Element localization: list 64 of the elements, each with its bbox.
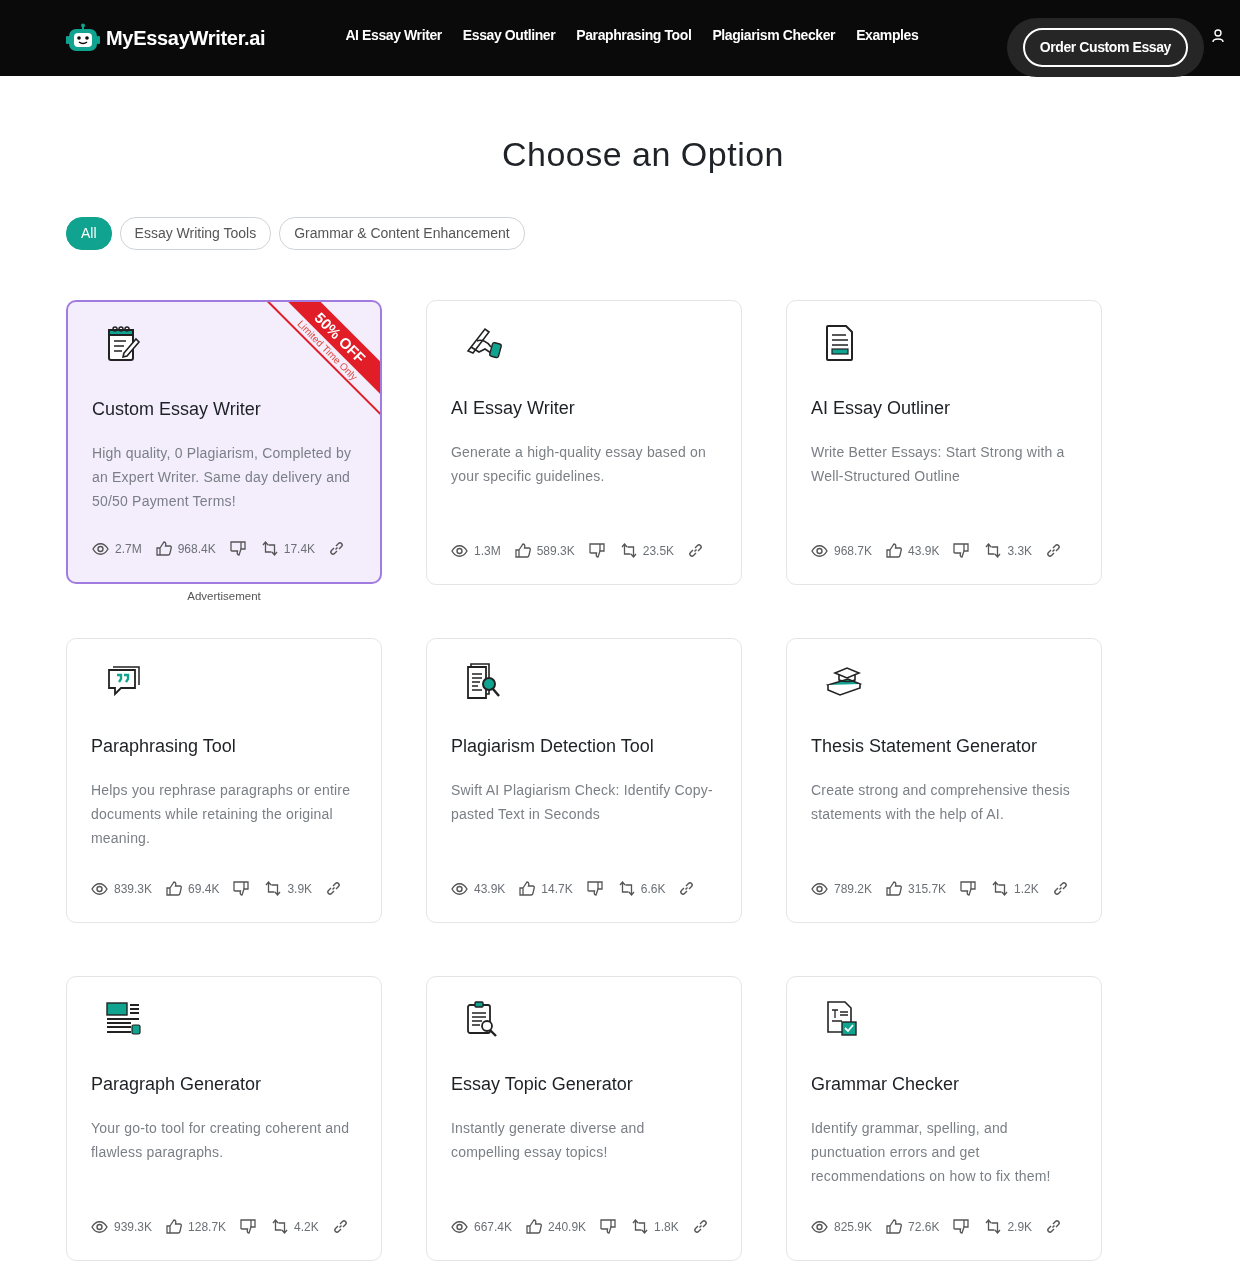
view-count: 2.7M	[115, 540, 142, 558]
share-count: 3.9K	[287, 880, 313, 898]
like-count: 69.4K	[188, 880, 220, 898]
card-description: Your go-to tool for creating coherent and flawless paragraphs.	[91, 1118, 351, 1162]
like-count: 315.7K	[908, 880, 947, 898]
filter-chip[interactable]: Grammar & Content Enhancement	[279, 216, 525, 250]
tool-card[interactable]: Grammar Checker Identify grammar, spelling, and punctuation errors and get recommendations on how to fix them! 825.9K 72.6K 2.9K	[786, 975, 1102, 1261]
like-count: 14.7K	[541, 880, 573, 898]
filter-chip[interactable]: Essay Writing Tools	[119, 216, 272, 250]
like-count: 589.3K	[536, 542, 575, 560]
tool-card[interactable]: Paraphrasing Tool Helps you rephrase paragraphs or entire documents while retaining the original meaning. 839.3K 69.4K 3.9K	[66, 637, 382, 923]
card-title: Paraphrasing Tool	[91, 734, 236, 758]
share-count: 2.9K	[1007, 1218, 1033, 1236]
order-button[interactable]: Order Custom Essay	[1022, 28, 1188, 67]
card-description: Instantly generate diverse and compelling essay topics!	[451, 1118, 646, 1162]
view-count: 789.2K	[834, 880, 873, 898]
view-count: 1.3M	[474, 542, 501, 560]
share-count: 1.2K	[1014, 880, 1039, 898]
page-title: Choose an Option	[500, 134, 786, 175]
nav-link[interactable]: Paraphrasing Tool	[576, 24, 692, 46]
card-description: High quality, 0 Plagiarism, Completed by an Expert Writer. Same day delivery and 50/50 Payment Terms!	[92, 443, 353, 511]
view-count: 968.7K	[834, 542, 873, 560]
view-count: 667.4K	[474, 1218, 513, 1236]
like-count: 128.7K	[188, 1218, 227, 1236]
share-count: 6.6K	[640, 880, 666, 898]
card-title: Essay Topic Generator	[451, 1072, 633, 1096]
card-description: Write Better Essays: Start Strong with a Well-Structured Outline	[811, 442, 1066, 486]
card-description: Helps you rephrase paragraphs or entire documents while retaining the original meaning.	[91, 780, 352, 848]
view-count: 825.9K	[834, 1218, 873, 1236]
nav-link[interactable]: Plagiarism Checker	[712, 24, 836, 46]
tool-card[interactable]: AI Essay Outliner Write Better Essays: Start Strong with a Well-Structured Outline 968.7K 43.9K 3.3K	[786, 299, 1102, 585]
like-count: 43.9K	[908, 542, 940, 560]
share-count: 17.4K	[283, 540, 316, 558]
card-title: Thesis Statement Generator	[811, 734, 1038, 758]
like-count: 72.6K	[908, 1218, 940, 1236]
share-count: 4.2K	[294, 1218, 319, 1236]
logo-text[interactable]: MyEssayWriter.ai	[106, 23, 266, 53]
like-count: 968.4K	[177, 540, 216, 558]
card-title: Custom Essay Writer	[92, 397, 261, 421]
card-description: Swift AI Plagiarism Check: Identify Copy-pasted Text in Seconds	[451, 780, 714, 824]
nav-link[interactable]: Essay Outliner	[462, 24, 556, 46]
view-count: 839.3K	[114, 880, 153, 898]
nav-link[interactable]: AI Essay Writer	[345, 24, 442, 46]
tool-card[interactable]: Paragraph Generator Your go-to tool for creating coherent and flawless paragraphs. 939.3K 128.7K 4.2K	[66, 975, 382, 1261]
share-count: 23.5K	[642, 542, 675, 560]
tool-card[interactable]: Thesis Statement Generator Create strong and comprehensive thesis statements with the help of AI. 789.2K 315.7K 1.2K	[786, 637, 1102, 923]
share-count: 1.8K	[654, 1218, 679, 1236]
tool-card[interactable]: Essay Topic Generator Instantly generate diverse and compelling essay topics! 667.4K 240.9K 1.8K	[426, 975, 742, 1261]
tool-card[interactable]: Plagiarism Detection Tool Swift AI Plagiarism Check: Identify Copy-pasted Text in Seconds 43.9K 14.7K 6.6K	[426, 637, 742, 923]
card-title: Paragraph Generator	[91, 1072, 262, 1096]
card-description: Generate a high-quality essay based on your specific guidelines.	[451, 442, 708, 486]
share-count: 3.3K	[1007, 542, 1033, 560]
card-description: Create strong and comprehensive thesis statements with the help of AI.	[811, 780, 1071, 824]
card-title: Grammar Checker	[811, 1072, 960, 1096]
nav-link[interactable]: Examples	[856, 24, 919, 46]
view-count: 939.3K	[114, 1218, 153, 1236]
card-title: AI Essay Writer	[451, 396, 575, 420]
tool-card[interactable]: AI Essay Writer Generate a high-quality essay based on your specific guidelines. 1.3M 589.3K 23.5K	[426, 299, 742, 585]
card-title: Plagiarism Detection Tool	[451, 734, 654, 758]
like-count: 240.9K	[548, 1218, 587, 1236]
card-description: Identify grammar, spelling, and punctuation errors and get recommendations on how to fix them!	[811, 1118, 1052, 1186]
advertisement-label: Advertisement	[187, 588, 261, 604]
card-title: AI Essay Outliner	[811, 396, 951, 420]
view-count: 43.9K	[474, 880, 506, 898]
